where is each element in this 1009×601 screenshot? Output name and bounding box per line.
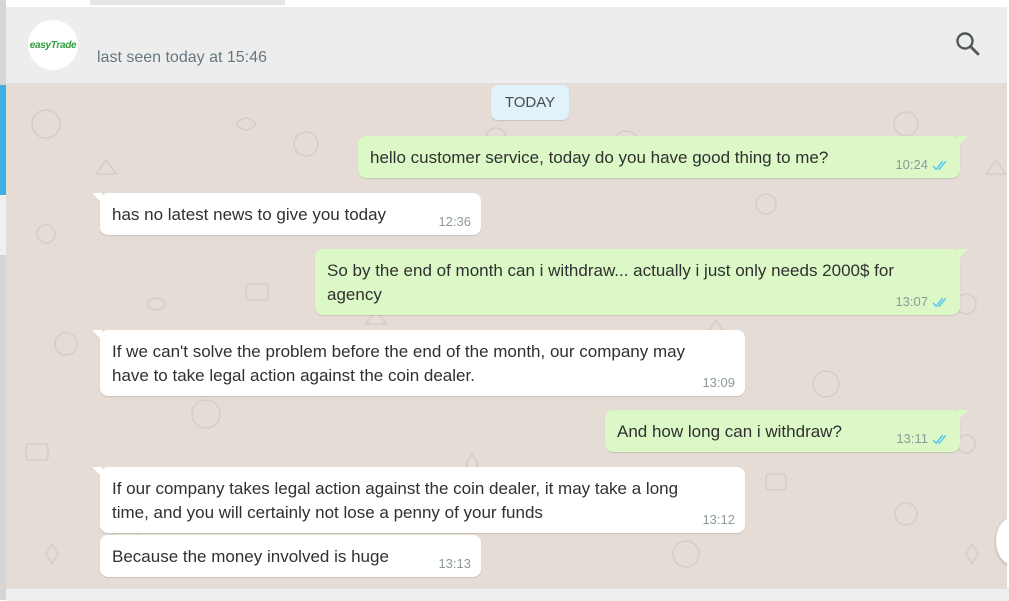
message-line: agency (327, 285, 382, 304)
read-receipt-icon (932, 434, 947, 444)
bubble-tail (958, 410, 968, 420)
last-seen-status: last seen today at 15:46 (97, 49, 267, 66)
message-time: 10:24 (895, 157, 928, 172)
top-edge (90, 0, 285, 5)
message-bubble-incoming[interactable]: If we can't solve the problem before the… (92, 330, 745, 396)
bubble-tail (92, 330, 102, 340)
message-text: If we can't solve the problem before the… (112, 340, 685, 388)
message-text: Because the money involved is huge (112, 547, 389, 566)
contact-avatar[interactable]: easyTrade (28, 20, 78, 70)
message-line: have to take legal action against the co… (112, 366, 475, 385)
message-time: 13:09 (702, 375, 735, 390)
message-meta: 13:07 (895, 295, 950, 309)
message-text: If our company takes legal action agains… (112, 477, 678, 525)
message-meta: 13:13 (438, 557, 471, 571)
message-text: And how long can i withdraw? (617, 422, 842, 441)
message-time: 13:13 (438, 556, 471, 571)
message-text: hello customer service, today do you hav… (370, 148, 829, 167)
read-receipt-icon (932, 160, 947, 170)
message-line: If we can't solve the problem before the… (112, 342, 686, 361)
message-time: 13:12 (702, 512, 735, 527)
bubble-tail (958, 249, 968, 259)
date-separator: TODAY (491, 85, 569, 120)
message-line: So by the end of month can i withdraw...… (327, 261, 895, 280)
message-meta: 13:11 (896, 432, 950, 446)
message-bubble-outgoing[interactable]: So by the end of month can i withdraw...… (315, 249, 968, 315)
message-meta: 10:24 (895, 158, 950, 172)
message-text: So by the end of month can i withdraw...… (327, 259, 894, 307)
message-line: time, and you will certainly not lose a … (112, 503, 543, 522)
message-time: 13:11 (896, 431, 928, 446)
message-meta: 13:12 (702, 513, 735, 527)
message-time: 12:36 (438, 214, 471, 229)
message-bubble-incoming[interactable]: Because the money involved is huge 13:13 (100, 535, 481, 577)
message-line: If our company takes legal action agains… (112, 479, 679, 498)
message-meta: 12:36 (438, 215, 471, 229)
composer-bar[interactable] (6, 588, 1009, 601)
bubble-tail (92, 467, 102, 477)
message-bubble-outgoing[interactable]: And how long can i withdraw? 13:11 (605, 410, 968, 452)
bubble-tail (92, 193, 102, 203)
message-bubble-incoming[interactable]: has no latest news to give you today 12:… (92, 193, 481, 235)
message-bubble-outgoing[interactable]: hello customer service, today do you hav… (358, 136, 968, 178)
search-icon[interactable] (955, 31, 981, 57)
bubble-tail (958, 136, 968, 146)
message-list[interactable]: TODAY hello customer service, today do y… (6, 84, 1007, 588)
message-time: 13:07 (895, 294, 928, 309)
message-text: has no latest news to give you today (112, 205, 387, 224)
chat-header: easyTrade last seen today at 15:46 (6, 7, 1007, 84)
message-meta: 13:09 (702, 376, 735, 390)
avatar-logo-text: easyTrade (29, 39, 77, 51)
message-bubble-incoming[interactable]: If our company takes legal action agains… (92, 467, 745, 533)
read-receipt-icon (932, 297, 947, 307)
